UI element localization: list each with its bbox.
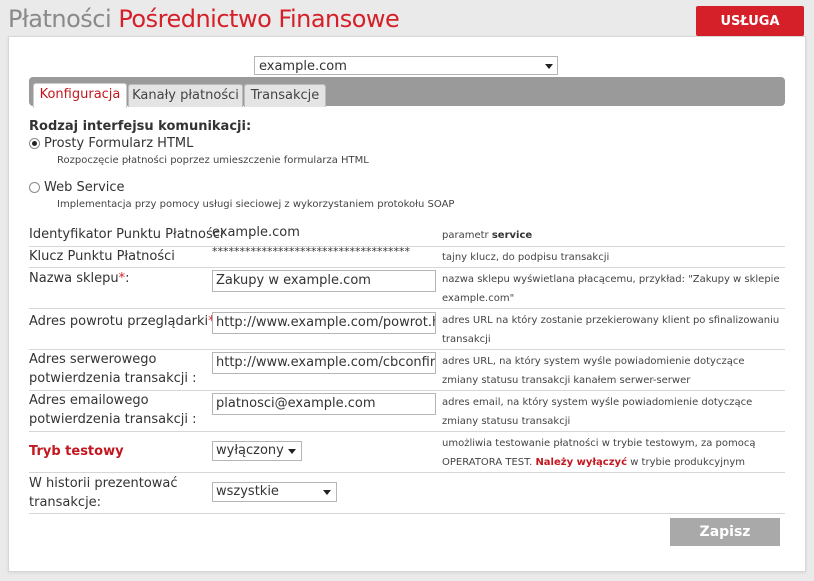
page-title: Płatności Pośrednictwo Finansowe [8, 5, 400, 33]
shop-name-label-suffix: : [125, 271, 130, 286]
chevron-down-icon [288, 449, 296, 454]
server-confirm-label-line1: Adres serwerowego [29, 352, 157, 367]
email-confirm-input[interactable]: platnosci@example.com [212, 393, 436, 415]
server-confirm-input[interactable]: http://www.example.com/cbconfirm.php [212, 352, 436, 374]
email-confirm-note: adres email, na który system wyśle powia… [442, 397, 753, 427]
shop-name-label: Nazwa sklepu*: [29, 269, 130, 288]
row-email-confirm: Adres emailowego potwierdzenia transakcji… [29, 391, 785, 432]
title-part2: Pośrednictwo Finansowe [118, 5, 400, 33]
main-panel: example.com Konfiguracja Kanały płatnośc… [8, 36, 806, 572]
test-mode-note-warn: Należy wyłączyć [535, 457, 627, 468]
test-mode-note: umożliwia testowanie płatności w trybie … [442, 434, 782, 472]
interface-section-title: Rodzaj interfejsu komunikacji: [29, 119, 252, 134]
history-label: W historii prezentować transakcje: [29, 474, 178, 512]
return-url-input[interactable]: http://www.example.com/powrot.html [212, 312, 436, 334]
chevron-down-icon [323, 490, 331, 495]
test-mode-select[interactable]: wyłączony [212, 441, 302, 461]
return-url-note: adres URL na który zostanie przekierowan… [442, 315, 780, 345]
email-confirm-label-line1: Adres emailowego [29, 393, 149, 408]
site-select[interactable]: example.com [254, 56, 558, 75]
test-mode-select-value: wyłączony [216, 443, 284, 458]
shop-name-input[interactable]: Zakupy w example.com [212, 270, 436, 292]
service-badge-button[interactable]: USŁUGA [696, 6, 804, 36]
pos-key-label: Klucz Punktu Płatności [29, 249, 175, 264]
pos-id-note-prefix: parametr [442, 230, 489, 241]
row-pos-key: Klucz Punktu Płatności *****************… [29, 245, 785, 268]
tab-konfiguracja[interactable]: Konfiguracja [33, 83, 127, 108]
radio-web-service[interactable]: Web Service [29, 180, 125, 195]
row-test-mode: Tryb testowy wyłączony umożliwia testowa… [29, 432, 785, 473]
test-mode-note-part2: w trybie produkcyjnym [630, 457, 745, 468]
pos-key-note: tajny klucz, do podpisu transakcji [442, 252, 610, 263]
return-url-label: Adres powrotu przeglądarki*: [29, 312, 219, 331]
pos-id-note-bold: service [491, 230, 533, 241]
email-confirm-label: Adres emailowego potwierdzenia transakcji… [29, 391, 196, 429]
shop-name-label-text: Nazwa sklepu [29, 271, 119, 286]
header: Płatności Pośrednictwo Finansowe USŁUGA [0, 0, 814, 44]
history-label-line2: transakcje: [29, 495, 102, 510]
history-select-value: wszystkie [216, 484, 279, 499]
row-return-url: Adres powrotu przeglądarki*: http://www.… [29, 309, 785, 350]
radio-html-form[interactable]: Prosty Formularz HTML [29, 136, 193, 151]
row-server-confirm: Adres serwerowego potwierdzenia transakcj… [29, 350, 785, 391]
row-shop-name: Nazwa sklepu*: Zakupy w example.com nazw… [29, 268, 785, 309]
save-button[interactable]: Zapisz [670, 518, 780, 546]
tab-kanaly-platnosci[interactable]: Kanały płatności [128, 84, 243, 107]
pos-id-label: Identyfikator Punktu Płatności [29, 227, 224, 242]
server-confirm-note: adres URL, na który system wyśle powiado… [442, 356, 745, 386]
return-url-label-text: Adres powrotu przeglądarki [29, 314, 209, 329]
history-select[interactable]: wszystkie [212, 482, 337, 502]
test-mode-label: Tryb testowy [29, 444, 124, 459]
title-part1: Płatności [8, 5, 112, 33]
pos-key-value: ************************************ [212, 245, 410, 258]
radio-html-desc: Rozpoczęcie płatności poprzez umieszczen… [57, 155, 369, 166]
email-confirm-label-line2: potwierdzenia transakcji : [29, 412, 197, 427]
site-select-value: example.com [259, 59, 347, 74]
radio-ws-desc: Implementacja przy pomocy usługi sieciow… [57, 199, 455, 210]
shop-name-note: nazwa sklepu wyświetlana płacącemu, przy… [442, 274, 780, 304]
radio-selected-icon[interactable] [29, 138, 40, 149]
server-confirm-label-line2: potwierdzenia transakcji : [29, 371, 197, 386]
row-pos-id: Identyfikator Punktu Płatności example.c… [29, 224, 785, 247]
radio-html-label: Prosty Formularz HTML [44, 136, 194, 151]
tab-bar: Konfiguracja Kanały płatności Transakcje [29, 77, 785, 108]
history-label-line1: W historii prezentować [29, 476, 178, 491]
server-confirm-label: Adres serwerowego potwierdzenia transakcj… [29, 350, 196, 388]
radio-unselected-icon[interactable] [29, 182, 40, 193]
chevron-down-icon [545, 64, 553, 69]
pos-id-note: parametr service [442, 226, 782, 245]
row-history: W historii prezentować transakcje: wszyst… [29, 473, 785, 514]
pos-id-value: example.com [212, 225, 300, 240]
tab-transakcje[interactable]: Transakcje [244, 84, 326, 107]
radio-ws-label: Web Service [44, 180, 125, 195]
